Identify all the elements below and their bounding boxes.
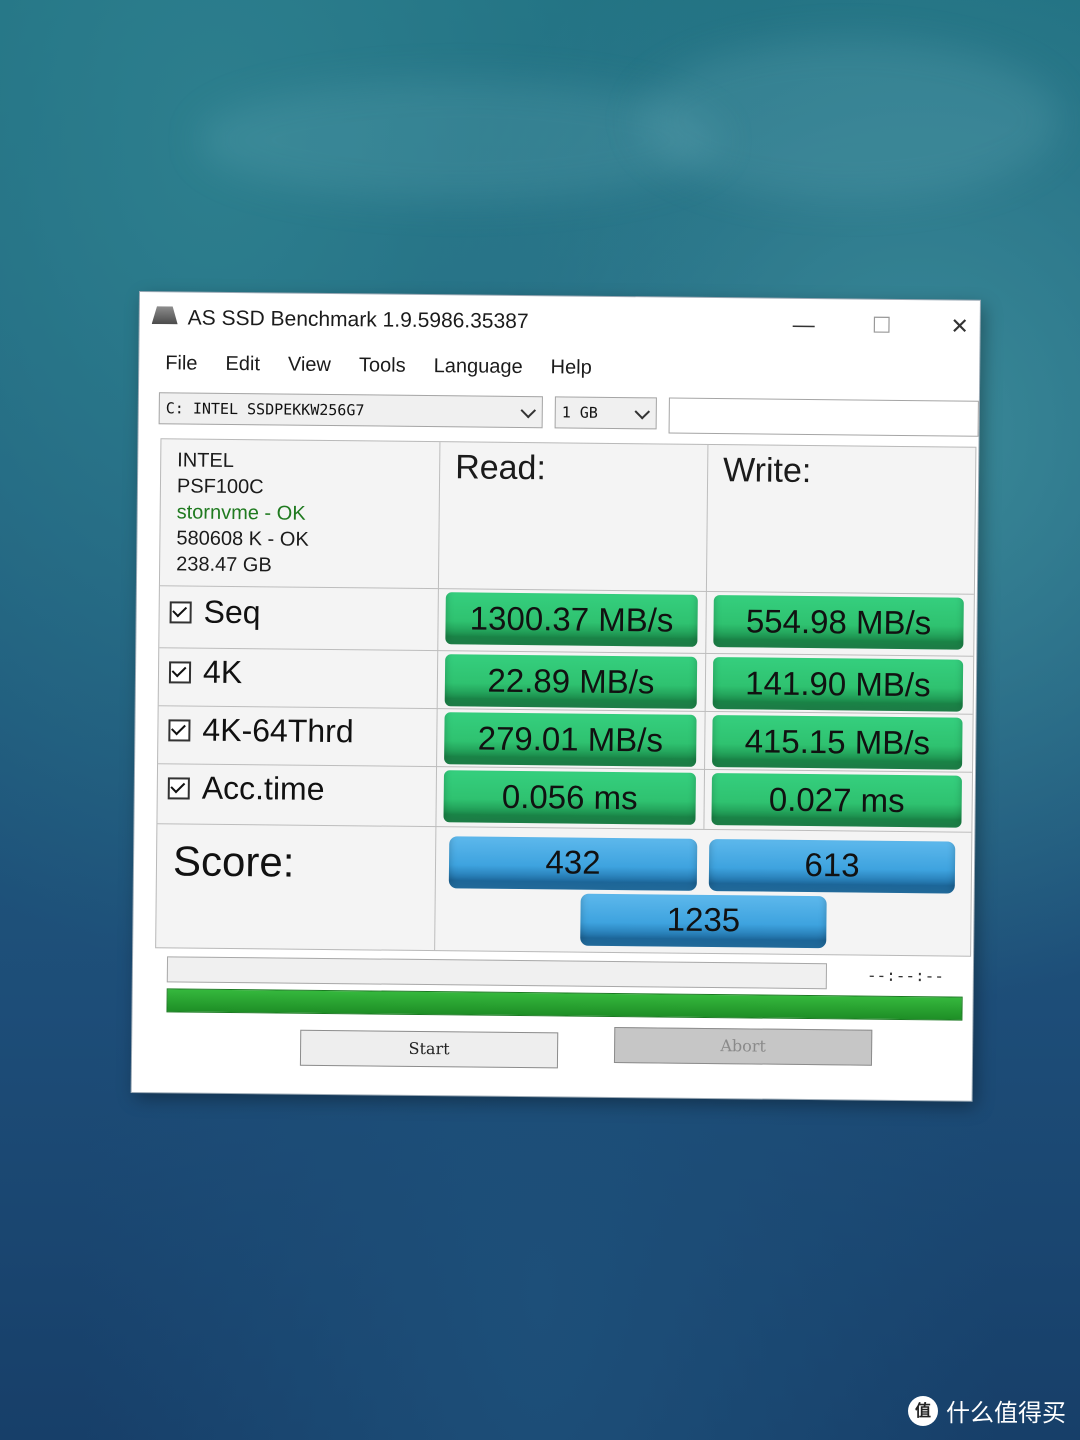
- menu-help[interactable]: Help: [538, 356, 603, 385]
- watermark-logo-icon: 值: [908, 1395, 938, 1426]
- seq-write-result: 554.98 MB/s: [713, 595, 964, 650]
- menu-tools[interactable]: Tools: [347, 354, 418, 383]
- grid-divider: [434, 442, 441, 951]
- row-4k-label: 4K: [202, 653, 243, 691]
- app-drive-icon: [152, 306, 178, 324]
- chevron-down-icon: [520, 402, 537, 419]
- overall-progress-bar: [166, 988, 963, 1021]
- background-highlight: [200, 80, 720, 200]
- elapsed-time: --:--:--: [866, 965, 945, 986]
- acc-time-checkbox[interactable]: [167, 776, 190, 800]
- 4k-64thrd-read-result: 279.01 MB/s: [444, 712, 697, 767]
- 4k-64thrd-checkbox[interactable]: [168, 718, 191, 742]
- drive-info: INTEL PSF100C stornvme - OK 580608 K - O…: [176, 447, 310, 578]
- score-total: 1235: [580, 893, 827, 949]
- seq-read-result: 1300.37 MB/s: [445, 592, 698, 647]
- row-4k[interactable]: 4K: [168, 653, 243, 691]
- row-seq[interactable]: Seq: [169, 593, 261, 631]
- row-4k-64thrd[interactable]: 4K-64Thrd: [168, 711, 354, 750]
- site-watermark: 值 什么值得买: [908, 1393, 1066, 1428]
- menu-edit[interactable]: Edit: [213, 353, 272, 382]
- minimize-button[interactable]: —: [784, 307, 824, 343]
- watermark-text: 什么值得买: [946, 1399, 1066, 1427]
- score-read: 432: [448, 836, 698, 891]
- row-4k-64thrd-label: 4K-64Thrd: [202, 711, 354, 750]
- menu-view[interactable]: View: [276, 353, 343, 382]
- drive-capacity: 238.47 GB: [176, 553, 272, 577]
- row-seq-label: Seq: [203, 593, 261, 631]
- close-button[interactable]: ✕: [939, 308, 979, 344]
- app-window: AS SSD Benchmark 1.9.5986.35387 — ☐ ✕ Fi…: [131, 292, 980, 1101]
- empty-field: [668, 397, 979, 437]
- menu-language[interactable]: Language: [421, 355, 534, 384]
- drive-alignment-status: 580608 K - OK: [176, 527, 309, 551]
- drive-select-value: C: INTEL SSDPEKKW256G7: [165, 399, 365, 420]
- grid-divider: [703, 444, 709, 829]
- score-write: 613: [708, 838, 956, 894]
- test-size-select[interactable]: 1 GB: [554, 396, 657, 430]
- maximize-button[interactable]: ☐: [861, 308, 901, 344]
- menu-bar: File Edit View Tools Language Help: [153, 352, 604, 385]
- drive-driver-status: stornvme - OK: [176, 501, 306, 525]
- abort-button[interactable]: Abort: [613, 1027, 873, 1066]
- seq-checkbox[interactable]: [169, 600, 192, 624]
- score-label: Score:: [172, 837, 295, 886]
- results-grid: INTEL PSF100C stornvme - OK 580608 K - O…: [155, 438, 977, 957]
- 4k-64thrd-write-result: 415.15 MB/s: [712, 715, 963, 770]
- chevron-down-icon: [634, 403, 651, 420]
- row-acc-time-label: Acc.time: [201, 769, 325, 807]
- title-bar[interactable]: AS SSD Benchmark 1.9.5986.35387 — ☐ ✕: [139, 292, 979, 353]
- acc-time-read-result: 0.056 ms: [443, 770, 696, 825]
- 4k-read-result: 22.89 MB/s: [444, 654, 698, 709]
- row-acc-time[interactable]: Acc.time: [167, 769, 325, 808]
- menu-file[interactable]: File: [153, 352, 210, 381]
- read-column-header: Read:: [454, 448, 547, 488]
- drive-vendor: INTEL: [177, 449, 235, 472]
- test-size-value: 1 GB: [561, 403, 598, 422]
- drive-select[interactable]: C: INTEL SSDPEKKW256G7: [158, 392, 543, 429]
- 4k-checkbox[interactable]: [168, 660, 192, 684]
- start-button[interactable]: Start: [299, 1029, 559, 1069]
- acc-time-write-result: 0.027 ms: [711, 773, 962, 828]
- window-title: AS SSD Benchmark 1.9.5986.35387: [187, 306, 529, 334]
- background-highlight: [640, 40, 1060, 200]
- drive-firmware: PSF100C: [176, 475, 264, 499]
- write-column-header: Write:: [722, 451, 812, 491]
- test-progress-bar: [166, 956, 828, 990]
- 4k-write-result: 141.90 MB/s: [712, 657, 964, 712]
